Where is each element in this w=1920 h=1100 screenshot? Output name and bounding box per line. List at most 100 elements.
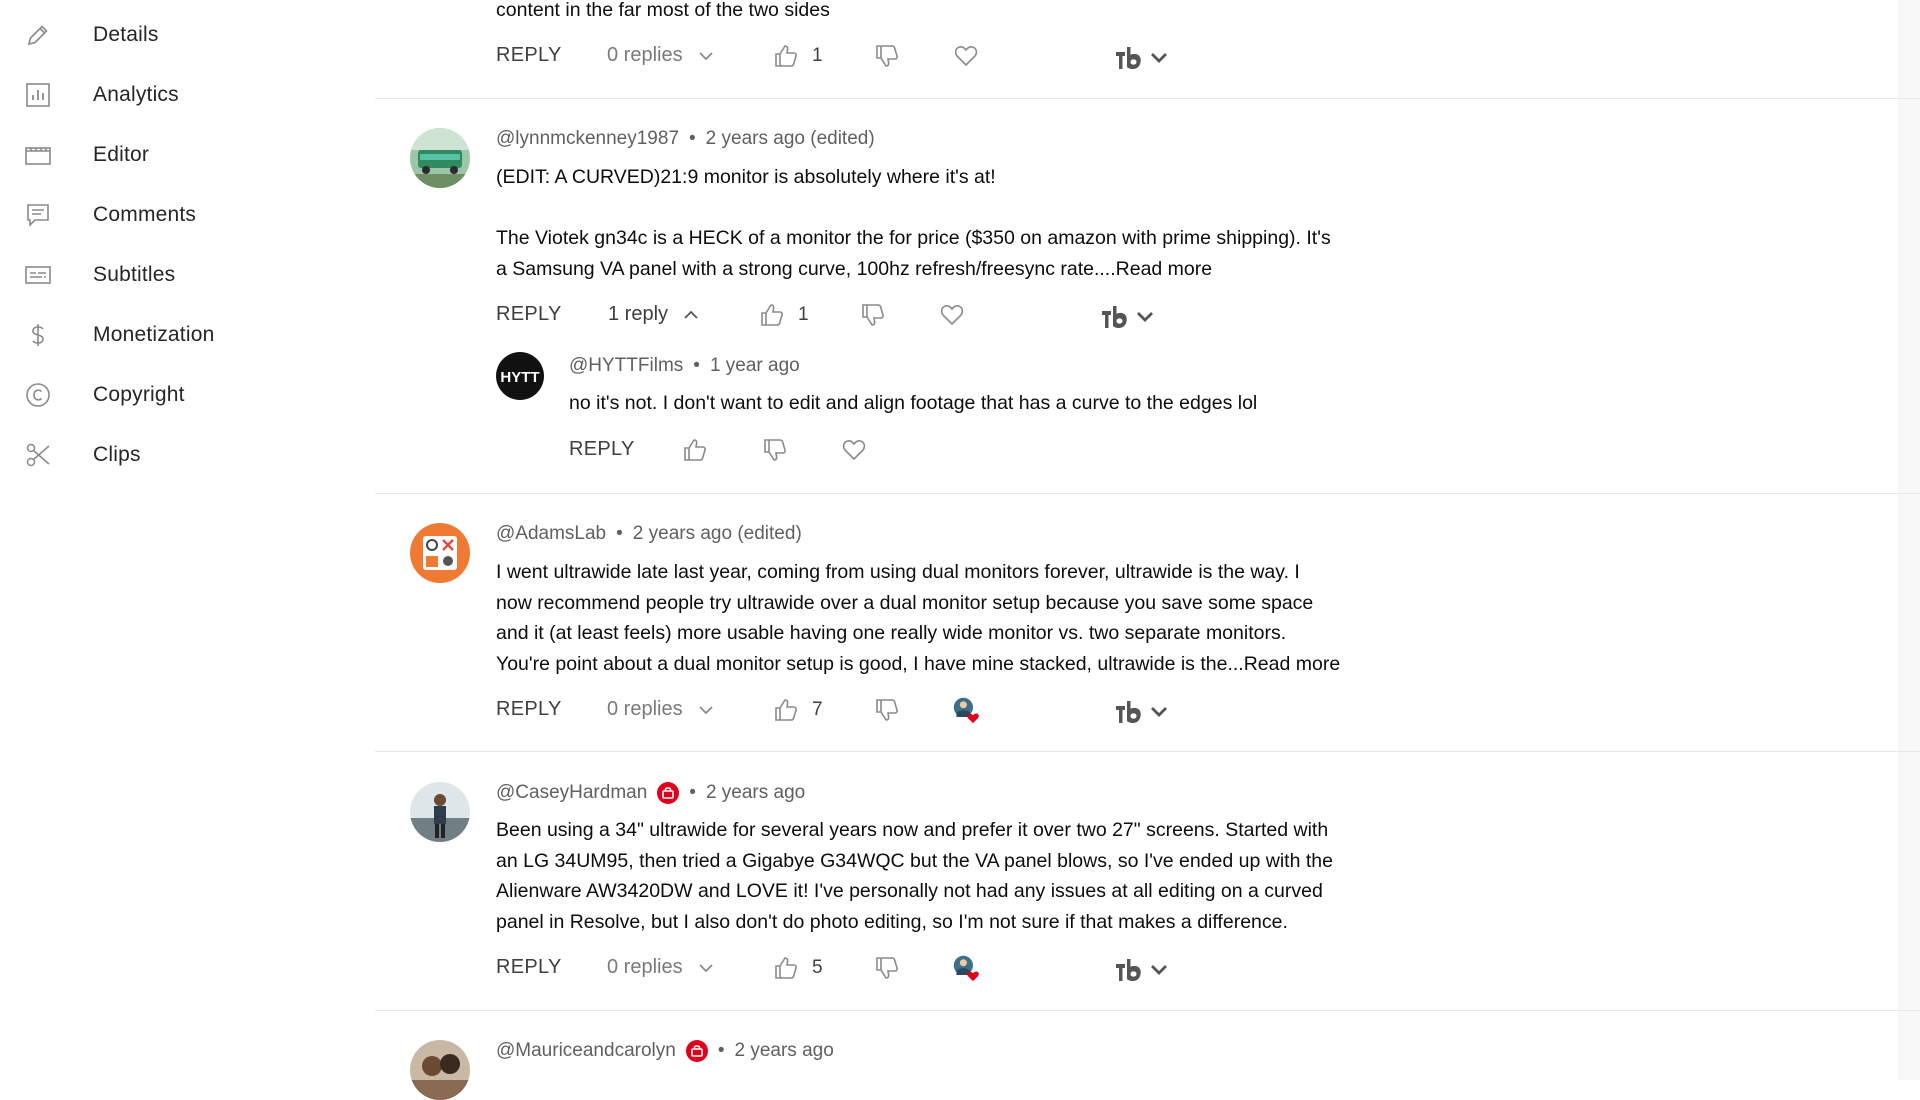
- creator-heart-badge[interactable]: [952, 696, 980, 724]
- tubebuddy-menu-button[interactable]: [1115, 700, 1169, 724]
- timestamp[interactable]: 2 years ago: [734, 1040, 833, 1062]
- thumbs-up-icon: [761, 304, 783, 326]
- thumbs-up-icon: [684, 439, 706, 461]
- separator-dot: •: [689, 128, 696, 149]
- author-name[interactable]: @AdamsLab: [496, 523, 606, 545]
- tubebuddy-menu-button[interactable]: [1101, 305, 1155, 329]
- heart-button[interactable]: [938, 301, 966, 329]
- avatar[interactable]: [410, 1040, 470, 1100]
- replies-toggle[interactable]: 0 replies: [607, 44, 715, 67]
- replies-toggle[interactable]: 1 reply: [608, 303, 700, 326]
- dislike-button[interactable]: [859, 301, 887, 329]
- comment-line: I went ultrawide late last year, coming …: [496, 561, 1300, 583]
- author-name[interactable]: @Mauriceandcarolyn: [496, 1040, 676, 1062]
- tubebuddy-icon: [1116, 701, 1141, 723]
- dollar-icon: [22, 319, 54, 351]
- read-more-link[interactable]: Read more: [1244, 653, 1340, 675]
- heart-button[interactable]: [952, 42, 980, 70]
- comment-meta: @CaseyHardman • 2 years ago: [496, 782, 805, 804]
- dislike-button[interactable]: [873, 696, 901, 724]
- like-button[interactable]: [772, 42, 800, 70]
- heart-button[interactable]: [840, 436, 868, 464]
- avatar[interactable]: [410, 523, 470, 583]
- reply-button[interactable]: REPLY: [496, 44, 562, 67]
- comment-line: (EDIT: A CURVED)21:9 monitor is absolute…: [496, 166, 996, 188]
- scissors-icon: [22, 439, 54, 471]
- reply-button[interactable]: REPLY: [569, 438, 635, 461]
- like-button[interactable]: [758, 301, 786, 329]
- sidebar-item-label: Subtitles: [93, 263, 176, 286]
- replies-toggle[interactable]: 0 replies: [607, 956, 715, 979]
- heart-icon: [954, 46, 978, 67]
- subtitles-icon: [22, 259, 54, 291]
- verified-badge: [685, 1040, 708, 1062]
- sidebar-item-label: Comments: [93, 203, 197, 226]
- tubebuddy-icon: [1102, 306, 1127, 328]
- like-button[interactable]: [681, 436, 709, 464]
- tubebuddy-menu-button[interactable]: [1115, 46, 1169, 70]
- clapperboard-icon: [22, 139, 54, 171]
- tubebuddy-menu-button[interactable]: [1115, 958, 1169, 982]
- avatar[interactable]: [410, 128, 470, 188]
- separator-dot: •: [717, 1040, 725, 1061]
- comment-text: no it's not. I don't want to edit and al…: [569, 392, 1258, 414]
- sidebar-item-label: Analytics: [93, 83, 179, 106]
- like-count: 1: [798, 304, 809, 325]
- chevron-down-icon: [1151, 53, 1167, 63]
- sidebar-item-clips[interactable]: Clips: [0, 425, 375, 485]
- comment-line: and it (at least feels) more usable havi…: [496, 622, 1287, 644]
- timestamp[interactable]: 2 years ago (edited): [633, 523, 802, 545]
- comment-text: I went ultrawide late last year, coming …: [496, 557, 1396, 679]
- sidebar-item-copyright[interactable]: Copyright: [0, 365, 375, 425]
- like-button[interactable]: [772, 954, 800, 982]
- dislike-button[interactable]: [761, 436, 789, 464]
- chevron-down-icon: [698, 51, 713, 60]
- sidebar: Details Analytics Editor Comments Subtit…: [0, 0, 375, 1080]
- reply-button[interactable]: REPLY: [496, 956, 562, 979]
- sidebar-item-monetization[interactable]: Monetization: [0, 305, 375, 365]
- avatar-logo-text: HYTT: [500, 369, 539, 386]
- thumbs-down-icon: [876, 699, 898, 721]
- thumbs-down-icon: [876, 45, 898, 67]
- chevron-down-icon: [698, 963, 713, 972]
- comment-meta: @AdamsLab • 2 years ago (edited): [496, 523, 802, 545]
- timestamp[interactable]: 1 year ago: [710, 355, 800, 377]
- copyright-icon: [22, 379, 54, 411]
- like-button[interactable]: [772, 696, 800, 724]
- sidebar-item-analytics[interactable]: Analytics: [0, 65, 375, 125]
- avatar[interactable]: [410, 782, 470, 842]
- replies-count: 0 replies: [607, 698, 683, 720]
- sidebar-item-subtitles[interactable]: Subtitles: [0, 245, 375, 305]
- scrollbar[interactable]: [1898, 0, 1920, 1080]
- reply-button[interactable]: REPLY: [496, 303, 562, 326]
- sidebar-item-label: Monetization: [93, 323, 215, 346]
- separator-dot: •: [616, 523, 623, 544]
- sidebar-item-editor[interactable]: Editor: [0, 125, 375, 185]
- thumbs-up-icon: [775, 699, 797, 721]
- replies-toggle[interactable]: 0 replies: [607, 698, 715, 721]
- comment-line: a Samsung VA panel with a strong curve, …: [496, 254, 1396, 285]
- creator-heart-badge[interactable]: [952, 954, 980, 982]
- comment-line: Been using a 34" ultrawide for several y…: [496, 819, 1329, 841]
- timestamp[interactable]: 2 years ago: [706, 782, 805, 804]
- chevron-down-icon: [698, 705, 713, 714]
- sidebar-item-comments[interactable]: Comments: [0, 185, 375, 245]
- badge-icon: [691, 1045, 703, 1057]
- read-more-link[interactable]: Read more: [1116, 258, 1212, 280]
- creator-heart-icon: [953, 697, 979, 724]
- sidebar-item-details[interactable]: Details: [0, 5, 375, 65]
- dislike-button[interactable]: [873, 42, 901, 70]
- reply-button[interactable]: REPLY: [496, 698, 562, 721]
- like-count: 7: [812, 699, 823, 720]
- like-count: 5: [812, 957, 823, 978]
- thumbs-down-icon: [764, 439, 786, 461]
- divider: [375, 98, 1920, 99]
- timestamp[interactable]: 2 years ago (edited): [706, 128, 875, 150]
- author-name[interactable]: @lynnmckenney1987: [496, 128, 679, 150]
- author-name[interactable]: @HYTTFilms: [569, 355, 683, 377]
- author-name[interactable]: @CaseyHardman: [496, 782, 647, 804]
- tubebuddy-icon: [1116, 959, 1141, 981]
- replies-count: 0 replies: [607, 956, 683, 978]
- avatar[interactable]: HYTT: [496, 352, 544, 400]
- dislike-button[interactable]: [873, 954, 901, 982]
